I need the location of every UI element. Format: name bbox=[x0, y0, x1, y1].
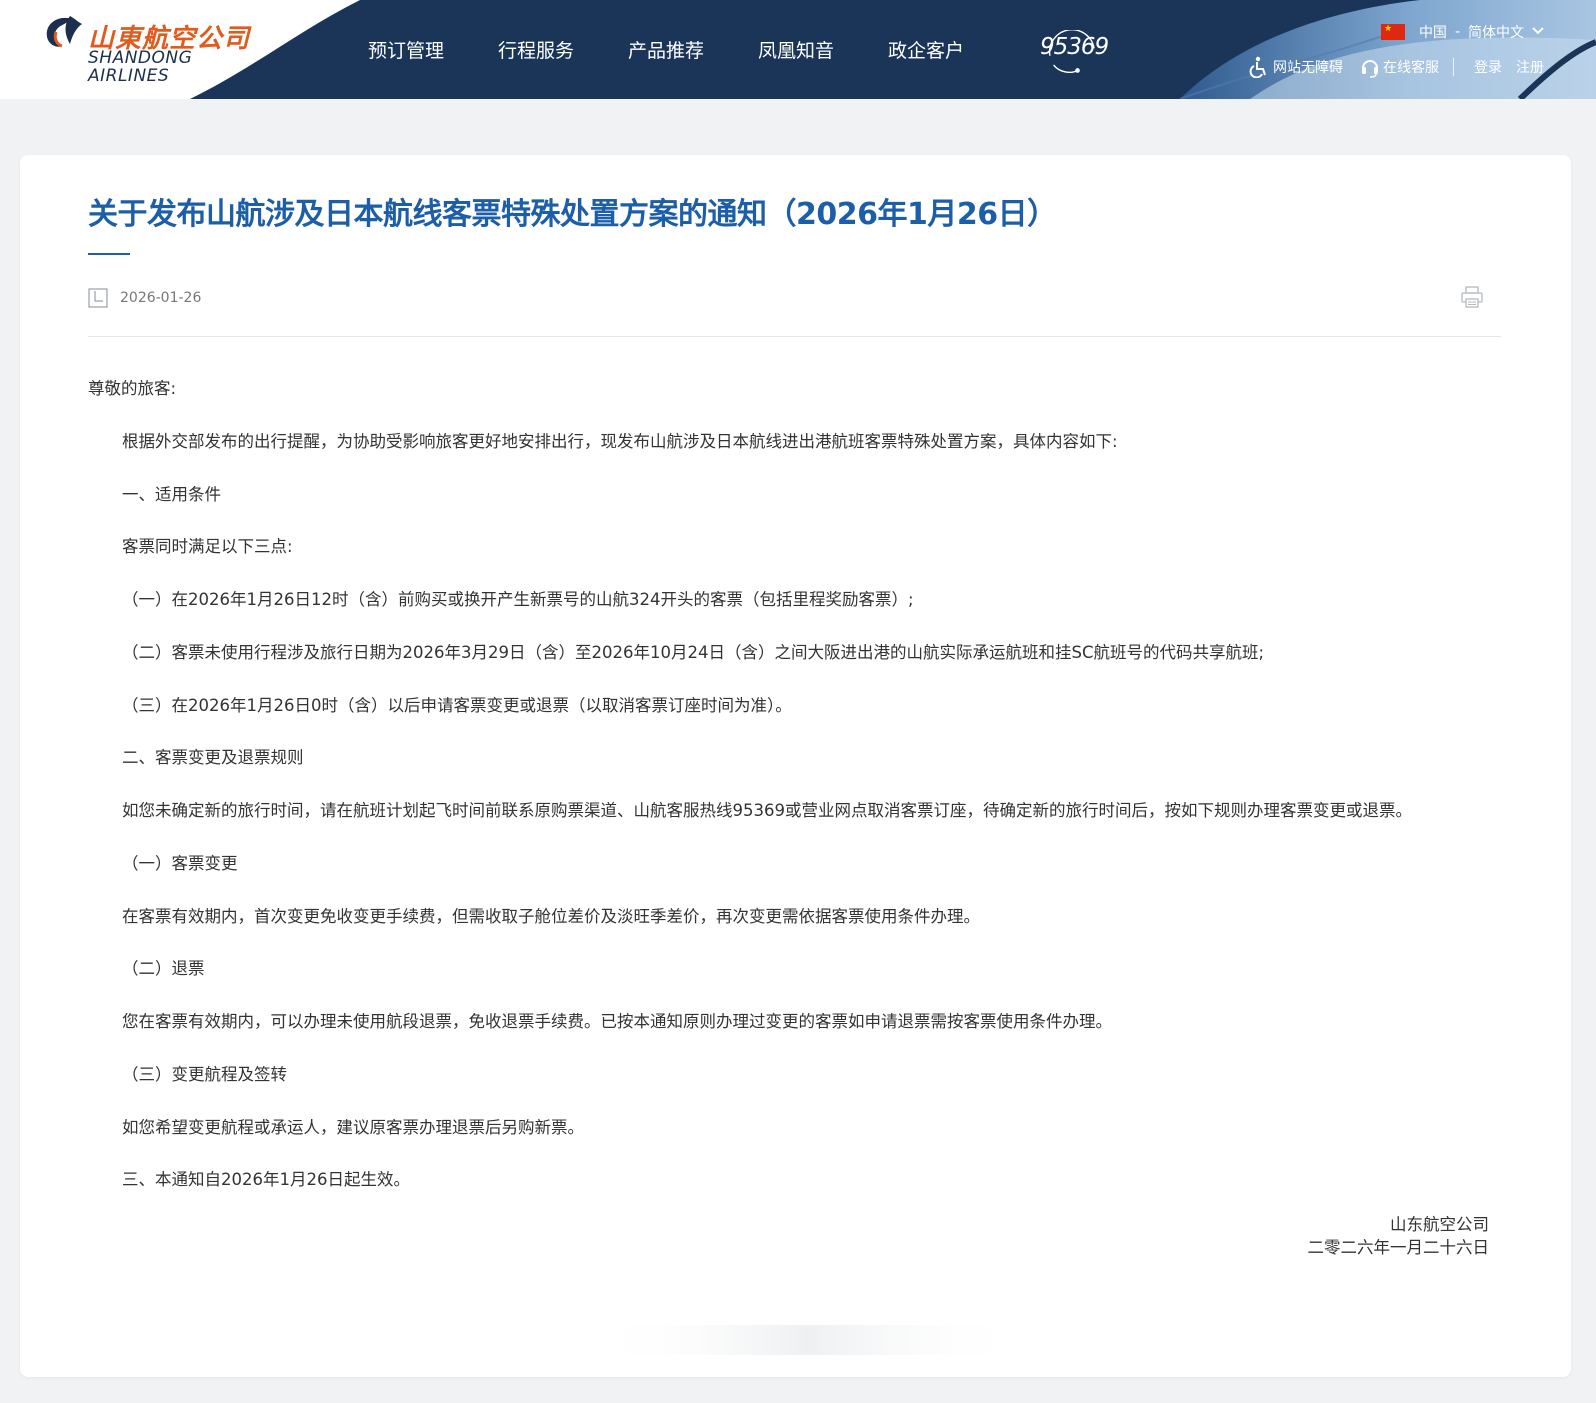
article-greeting: 尊敬的旅客: bbox=[88, 379, 177, 398]
article-title: 关于发布山航涉及日本航线客票特殊处置方案的通知（2026年1月26日） bbox=[88, 197, 1057, 232]
subsection-heading: （三）变更航程及签转 bbox=[122, 1065, 287, 1084]
brand-logo[interactable]: 山東航空公司 SHANDONG AIRLINES bbox=[42, 12, 272, 86]
section-heading: 一、适用条件 bbox=[122, 485, 221, 504]
region-separator: - bbox=[1454, 24, 1460, 40]
login-link[interactable]: 登录 bbox=[1474, 57, 1502, 77]
section-heading: 二、客票变更及退票规则 bbox=[122, 748, 304, 767]
brand-name-en-line1: SHANDONG bbox=[88, 48, 193, 68]
condition-item: （三）在2026年1月26日0时（含）以后申请客票变更或退票（以取消客票订座时间… bbox=[122, 696, 792, 715]
article-paragraph: 如您未确定新的旅行时间，请在航班计划起飞时间前联系原购票渠道、山航客服热线953… bbox=[122, 801, 1412, 820]
signature-date: 二零二六年一月二十六日 bbox=[1307, 1238, 1490, 1257]
section-heading: 三、本通知自2026年1月26日起生效。 bbox=[122, 1170, 410, 1189]
article-paragraph: 在客票有效期内，首次变更免收变更手续费，但需收取子舱位差价及淡旺季差价，再次变更… bbox=[122, 907, 980, 926]
accessibility-button[interactable]: 网站无障碍 bbox=[1249, 56, 1343, 78]
condition-item: （一）在2026年1月26日12时（含）前购买或换开产生新票号的山航324开头的… bbox=[122, 590, 914, 609]
region-language-selector[interactable]: ★ 中国 - 简体中文 bbox=[1380, 22, 1544, 42]
scroll-indicator bbox=[594, 1325, 1024, 1355]
article-paragraph: 如您希望变更航程或承运人，建议原客票办理退票后另购新票。 bbox=[122, 1118, 584, 1137]
meta-divider bbox=[88, 336, 1501, 337]
article-meta: 2026-01-26 bbox=[88, 288, 201, 308]
nav-item-corporate[interactable]: 政企客户 bbox=[888, 36, 1018, 63]
calendar-icon bbox=[88, 288, 108, 308]
shandong-airlines-logo-icon bbox=[46, 16, 82, 48]
article-card: 关于发布山航涉及日本航线客票特殊处置方案的通知（2026年1月26日） 2026… bbox=[20, 155, 1571, 1377]
online-service-button[interactable]: 在线客服 bbox=[1361, 56, 1439, 78]
hotline-number[interactable]: 95369 bbox=[1040, 34, 1109, 60]
title-underline bbox=[88, 253, 130, 255]
brand-name-en-line2: AIRLINES bbox=[88, 66, 170, 86]
signature-org: 山东航空公司 bbox=[1390, 1215, 1489, 1234]
header-toolbar: 网站无障碍 在线客服 登录 注册 bbox=[1249, 56, 1544, 78]
online-service-label: 在线客服 bbox=[1383, 60, 1439, 76]
china-flag-icon: ★ bbox=[1380, 24, 1405, 40]
wheelchair-icon bbox=[1249, 56, 1266, 78]
nav-item-trip-services[interactable]: 行程服务 bbox=[498, 36, 628, 63]
subsection-heading: （一）客票变更 bbox=[122, 854, 238, 873]
region-country: 中国 bbox=[1418, 25, 1447, 41]
article-paragraph: 客票同时满足以下三点: bbox=[122, 537, 293, 556]
article-paragraph: 您在客票有效期内，可以办理未使用航段退票，免收退票手续费。已按本通知原则办理过变… bbox=[122, 1012, 1112, 1031]
chevron-down-icon bbox=[1532, 26, 1544, 39]
subsection-heading: （二）退票 bbox=[122, 959, 205, 978]
nav-item-phoenix-miles[interactable]: 凤凰知音 bbox=[758, 36, 888, 63]
accessibility-label: 网站无障碍 bbox=[1273, 60, 1343, 76]
main-nav: 预订管理 行程服务 产品推荐 凤凰知音 政企客户 bbox=[368, 36, 1018, 63]
region-language: 简体中文 bbox=[1468, 25, 1524, 41]
site-header: 山東航空公司 SHANDONG AIRLINES 预订管理 行程服务 产品推荐 … bbox=[0, 0, 1596, 99]
article-signature: 山东航空公司 二零二六年一月二十六日 bbox=[1308, 1213, 1490, 1259]
register-link[interactable]: 注册 bbox=[1516, 57, 1544, 77]
print-icon[interactable] bbox=[1460, 285, 1484, 309]
article-paragraph: 根据外交部发布的出行提醒，为协助受影响旅客更好地安排出行，现发布山航涉及日本航线… bbox=[122, 432, 1118, 451]
nav-item-products[interactable]: 产品推荐 bbox=[628, 36, 758, 63]
nav-item-booking[interactable]: 预订管理 bbox=[368, 36, 498, 63]
condition-item: （二）客票未使用行程涉及旅行日期为2026年3月29日（含）至2026年10月2… bbox=[122, 643, 1265, 662]
headset-icon bbox=[1362, 60, 1378, 78]
toolbar-divider bbox=[1453, 58, 1454, 76]
article-date: 2026-01-26 bbox=[120, 290, 202, 306]
